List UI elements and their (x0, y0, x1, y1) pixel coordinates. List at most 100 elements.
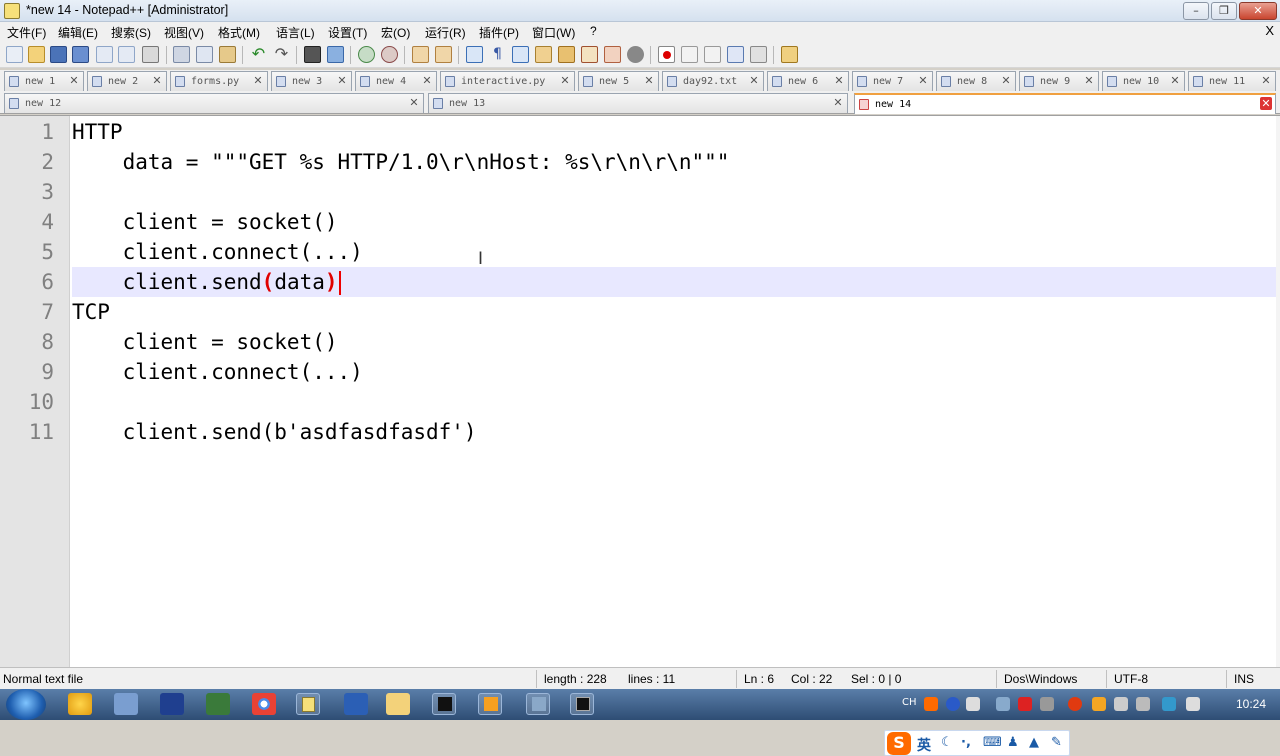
code-line[interactable]: client.send(b'asdfasdfasdf') (72, 417, 1272, 447)
tab-new-13[interactable]: new 13 ✕ (428, 93, 848, 113)
menu-macro[interactable]: 宏(O) (381, 24, 410, 41)
zoom-in-icon[interactable] (358, 46, 375, 63)
menu-file[interactable]: 文件(F) (7, 24, 46, 41)
tab-close-icon[interactable]: ✕ (1000, 74, 1012, 87)
tray-icon-9[interactable] (1114, 697, 1128, 711)
tab-new-7[interactable]: new 7 ✕ (852, 71, 933, 91)
tray-icon-7[interactable] (1068, 697, 1082, 711)
user-lang-icon[interactable] (535, 46, 552, 63)
tab-new-4[interactable]: new 4 ✕ (355, 71, 437, 91)
play-macro-icon[interactable] (704, 46, 721, 63)
paste-icon[interactable] (219, 46, 236, 63)
tab-close-icon[interactable]: ✕ (917, 74, 929, 87)
show-all-chars-icon[interactable]: ¶ (489, 46, 506, 63)
code-line[interactable]: data = """GET %s HTTP/1.0\r\nHost: %s\r\… (72, 147, 1272, 177)
tab-new-6[interactable]: new 6 ✕ (767, 71, 849, 91)
tab-close-icon[interactable]: ✕ (1260, 97, 1272, 110)
cmd-icon[interactable] (570, 693, 594, 715)
doc-map-icon[interactable] (558, 46, 575, 63)
close-button[interactable]: ✕ (1239, 2, 1277, 20)
tab-new-9[interactable]: new 9 ✕ (1019, 71, 1099, 91)
tab-close-icon[interactable]: ✕ (1169, 74, 1181, 87)
code-line[interactable]: TCP (72, 297, 1272, 327)
tab-new-12[interactable]: new 12 ✕ (4, 93, 424, 113)
zoom-out-icon[interactable] (381, 46, 398, 63)
tray-icon-11[interactable] (1162, 697, 1176, 711)
cut-icon[interactable] (173, 46, 190, 63)
app-icon-10[interactable] (478, 693, 502, 715)
app-icon-11[interactable] (526, 693, 550, 715)
tab-close-icon[interactable]: ✕ (408, 96, 420, 109)
stop-macro-icon[interactable] (681, 46, 698, 63)
save-macro-icon[interactable] (750, 46, 767, 63)
run-macro-multiple-icon[interactable] (727, 46, 744, 63)
code-line[interactable]: client = socket() (72, 207, 1272, 237)
tab-close-icon[interactable]: ✕ (832, 96, 844, 109)
tab-close-icon[interactable]: ✕ (421, 74, 433, 87)
app-icon-1[interactable] (68, 693, 92, 715)
redo-icon[interactable]: ↷ (273, 46, 290, 63)
notepadpp-taskbar-icon[interactable] (296, 693, 320, 715)
tab-close-icon[interactable]: ✕ (748, 74, 760, 87)
word-wrap-icon[interactable] (466, 46, 483, 63)
ime-mode-label[interactable]: 英 (917, 735, 931, 755)
copy-icon[interactable] (196, 46, 213, 63)
tray-icon-8[interactable] (1092, 697, 1106, 711)
new-file-icon[interactable] (6, 46, 23, 63)
tab-close-icon[interactable]: ✕ (252, 74, 264, 87)
tray-icon-6[interactable] (1040, 697, 1054, 711)
tab-day92-txt[interactable]: day92.txt ✕ (662, 71, 764, 91)
menu-search[interactable]: 搜索(S) (111, 24, 151, 41)
menu-view[interactable]: 视图(V) (164, 24, 204, 41)
tray-icon-3[interactable] (966, 697, 980, 711)
sogou-tray-icon[interactable] (924, 697, 938, 711)
indent-guide-icon[interactable] (512, 46, 529, 63)
code-line[interactable]: client.send(data) (72, 267, 1272, 297)
tab-new-1[interactable]: new 1 ✕ (4, 71, 84, 91)
function-list-icon[interactable] (581, 46, 598, 63)
clock[interactable]: 10:24 (1236, 697, 1266, 711)
sync-vertical-icon[interactable] (412, 46, 429, 63)
ime-toolbar[interactable]: S 英 ☾ ·, ⌨ ♟ ▲ ✎ (884, 730, 1070, 756)
menu-plugins[interactable]: 插件(P) (479, 24, 519, 41)
tab-new-14[interactable]: new 14 ✕ (854, 93, 1276, 114)
keyboard-icon[interactable]: ⌨ (983, 735, 1002, 750)
word-icon[interactable] (344, 693, 368, 715)
app-icon-4[interactable] (206, 693, 230, 715)
network-icon[interactable] (1136, 697, 1150, 711)
tab-new-5[interactable]: new 5 ✕ (578, 71, 659, 91)
open-file-icon[interactable] (28, 46, 45, 63)
skin-icon[interactable]: ▲ (1029, 735, 1039, 750)
find-icon[interactable] (304, 46, 321, 63)
minimize-button[interactable]: – (1183, 2, 1209, 20)
chrome-icon[interactable] (252, 693, 276, 715)
tab-interactive-py[interactable]: interactive.py ✕ (440, 71, 575, 91)
editor-area[interactable]: 1 2 3 4 5 6 7 8 9 10 11 HTTP data = """GET %s HTTP… (0, 115, 1280, 756)
menu-window[interactable]: 窗口(W) (532, 24, 575, 41)
help-tray-icon[interactable] (946, 697, 960, 711)
tab-new-2[interactable]: new 2 ✕ (87, 71, 167, 91)
folder-workspace-icon[interactable] (604, 46, 621, 63)
menu-edit[interactable]: 编辑(E) (58, 24, 98, 41)
tab-close-icon[interactable]: ✕ (336, 74, 348, 87)
close-document-button[interactable]: X (1265, 23, 1274, 38)
tab-new-11[interactable]: new 11 ✕ (1188, 71, 1276, 91)
print-icon[interactable] (142, 46, 159, 63)
save-app-icon[interactable] (160, 693, 184, 715)
close-all-icon[interactable] (118, 46, 135, 63)
code-line[interactable] (72, 387, 1272, 417)
menu-settings[interactable]: 设置(T) (328, 24, 367, 41)
code-line[interactable]: client = socket() (72, 327, 1272, 357)
tray-icon-5[interactable] (1018, 697, 1032, 711)
tray-icon-4[interactable] (996, 697, 1010, 711)
tab-close-icon[interactable]: ✕ (559, 74, 571, 87)
explorer-icon[interactable] (781, 46, 798, 63)
monitoring-icon[interactable] (627, 46, 644, 63)
vertical-scrollbar[interactable] (1276, 116, 1280, 668)
code-line[interactable]: client.connect(...) (72, 237, 1272, 267)
volume-icon[interactable] (1186, 697, 1200, 711)
maximize-button[interactable]: ❐ (1211, 2, 1237, 20)
app-icon-2[interactable] (114, 693, 138, 715)
tab-close-icon[interactable]: ✕ (1083, 74, 1095, 87)
sogou-logo-icon[interactable]: S (887, 732, 911, 755)
